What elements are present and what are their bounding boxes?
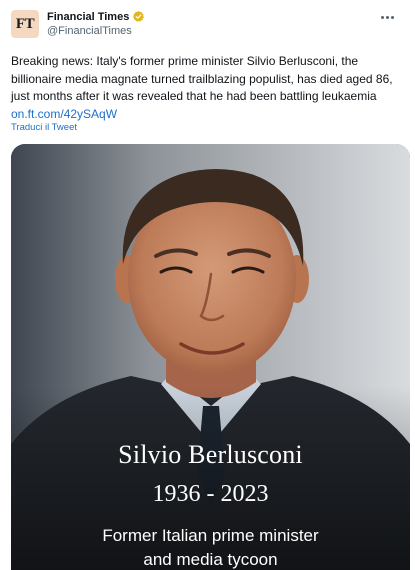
handle[interactable]: @FinancialTimes [47,25,132,37]
tweet-text: Breaking news: Italy's former prime mini… [11,53,406,123]
caption-subtitle-line1: Former Italian prime minister [102,526,319,545]
translate-tweet-link[interactable]: Traduci il Tweet [11,122,77,133]
caption-name: Silvio Berlusconi [118,440,303,469]
caption-subtitle-line2: and media tycoon [143,550,278,569]
avatar[interactable]: FT [11,10,39,38]
tweet-body: Breaking news: Italy's former prime mini… [11,54,393,103]
caption-years: 1936 - 2023 [152,481,269,507]
tweet-media-image[interactable]: Silvio Berlusconi 1936 - 2023 Former Ita… [11,144,410,570]
more-options-icon[interactable] [377,10,397,24]
author-name-row[interactable]: Financial Times [47,10,145,23]
avatar-logo-text: FT [15,15,35,32]
tweet[interactable]: FT Financial Times @FinancialTimes Break… [0,0,415,570]
tweet-link[interactable]: on.ft.com/42ySAqW [11,107,117,121]
verified-badge-icon [133,10,145,22]
display-name[interactable]: Financial Times [47,11,129,23]
